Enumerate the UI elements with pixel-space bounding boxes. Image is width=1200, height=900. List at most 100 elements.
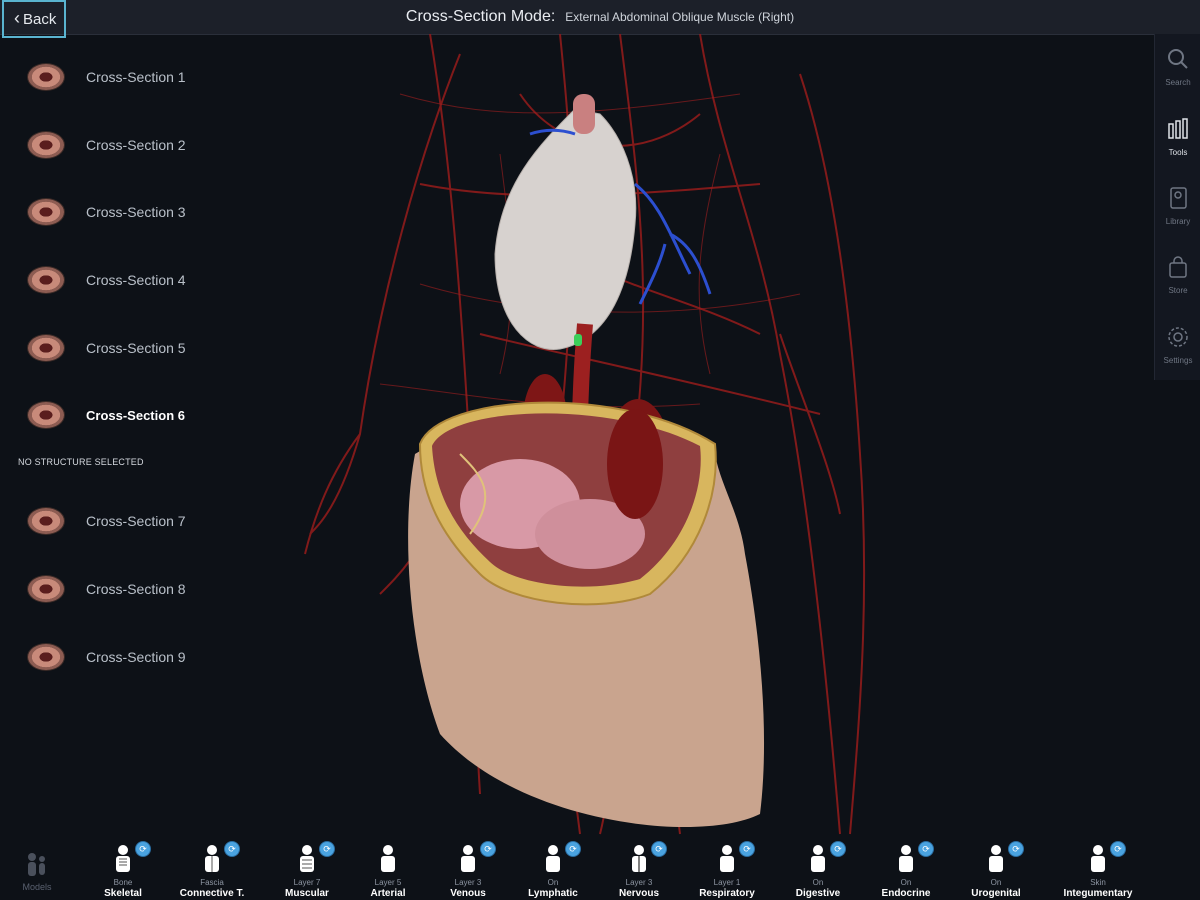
system-venous[interactable]: ⟳ Layer 3 Venous <box>423 842 513 899</box>
cross-section-thumbnail <box>28 199 64 225</box>
cross-section-thumbnail <box>28 267 64 293</box>
cross-section-label: Cross-Section 8 <box>86 581 186 597</box>
cross-section-thumbnail <box>28 132 64 158</box>
library-icon <box>1170 187 1187 209</box>
library-tool[interactable]: Library <box>1155 187 1200 226</box>
system-connective[interactable]: ⟳ Fascia Connective T. <box>167 842 257 899</box>
cross-section-item-5[interactable]: Cross-Section 5 <box>28 335 186 361</box>
search-label: Search <box>1165 78 1191 87</box>
integumentary-icon: ⟳ <box>1085 842 1125 876</box>
system-name: Muscular <box>285 888 329 899</box>
cross-section-item-3[interactable]: Cross-Section 3 <box>28 199 186 225</box>
sync-badge-icon: ⟳ <box>320 842 334 856</box>
lymphatic-icon: ⟳ <box>540 842 580 876</box>
cross-section-item-8[interactable]: Cross-Section 8 <box>28 576 186 602</box>
sync-badge-icon: ⟳ <box>652 842 666 856</box>
right-toolbar: Search Tools Library Store Settings <box>1154 34 1200 380</box>
settings-label: Settings <box>1163 356 1193 365</box>
tools-tool[interactable]: Tools <box>1155 118 1200 157</box>
cross-section-thumbnail <box>28 576 64 602</box>
system-name: Venous <box>450 888 486 899</box>
endocrine-icon: ⟳ <box>893 842 933 876</box>
system-layer-label: Skin <box>1090 878 1106 887</box>
system-name: Integumentary <box>1063 888 1133 899</box>
system-layer-label: Fascia <box>200 878 224 887</box>
cross-section-label: Cross-Section 6 <box>86 407 185 423</box>
cross-section-label: Cross-Section 5 <box>86 340 186 356</box>
system-layer-label: Layer 7 <box>293 878 321 887</box>
cross-section-thumbnail <box>28 64 64 90</box>
system-name: Urogenital <box>971 888 1021 899</box>
store-tool[interactable]: Store <box>1155 256 1200 295</box>
cross-section-label: Cross-Section 2 <box>86 137 186 153</box>
system-arterial[interactable]: Layer 5 Arterial <box>343 844 433 899</box>
tools-icon <box>1168 118 1188 139</box>
system-layer-label: On <box>812 878 824 887</box>
arterial-icon <box>375 844 401 876</box>
cross-section-thumbnail <box>28 508 64 534</box>
cross-section-label: Cross-Section 4 <box>86 272 186 288</box>
cross-section-label: Cross-Section 3 <box>86 204 186 220</box>
sync-badge-icon: ⟳ <box>1111 842 1125 856</box>
connective-tissue-icon: ⟳ <box>199 842 239 876</box>
cross-section-item-4[interactable]: Cross-Section 4 <box>28 267 186 293</box>
cross-section-item-9[interactable]: Cross-Section 9 <box>28 644 186 670</box>
venous-icon: ⟳ <box>455 842 495 876</box>
system-nervous[interactable]: ⟳ Layer 3 Nervous <box>594 842 684 899</box>
top-bar: ‹ Back Cross-Section Mode: External Abdo… <box>0 0 1200 38</box>
skeletal-icon: ⟳ <box>110 842 150 876</box>
cross-section-item-7[interactable]: Cross-Section 7 <box>28 508 186 534</box>
settings-tool[interactable]: Settings <box>1155 326 1200 365</box>
page-title-group: Cross-Section Mode: External Abdominal O… <box>0 0 1200 34</box>
system-name: Skeletal <box>104 888 142 899</box>
system-layer-label: On <box>900 878 912 887</box>
page-subtitle: External Abdominal Oblique Muscle (Right… <box>565 10 795 24</box>
page-title: Cross-Section Mode: <box>405 8 556 25</box>
tools-label: Tools <box>1168 148 1188 157</box>
system-name: Nervous <box>618 888 659 899</box>
cross-section-thumbnail <box>28 644 64 670</box>
urogenital-icon: ⟳ <box>983 842 1023 876</box>
nervous-icon: ⟳ <box>626 842 666 876</box>
cross-section-item-2[interactable]: Cross-Section 2 <box>28 132 186 158</box>
system-name: Digestive <box>795 888 841 899</box>
muscular-icon: ⟳ <box>294 842 334 876</box>
system-layer-label: On <box>547 878 559 887</box>
system-endocrine[interactable]: ⟳ On Endocrine <box>861 842 951 899</box>
sync-badge-icon: ⟳ <box>919 842 933 856</box>
system-respiratory[interactable]: ⟳ Layer 1 Respiratory <box>682 842 772 899</box>
cross-section-label: Cross-Section 7 <box>86 513 186 529</box>
system-layer-label: On <box>990 878 1002 887</box>
system-layer-label: Layer 1 <box>713 878 741 887</box>
settings-icon <box>1168 327 1188 347</box>
system-name: Respiratory <box>699 888 755 899</box>
cross-section-list: Cross-Section 1 Cross-Section 2 Cross-Se… <box>0 34 260 714</box>
system-name: Lymphatic <box>528 888 578 899</box>
sync-badge-icon: ⟳ <box>831 842 845 856</box>
cross-section-thumbnail <box>28 335 64 361</box>
cross-section-label: Cross-Section 1 <box>86 69 186 85</box>
system-skeletal[interactable]: ⟳ Bone Skeletal <box>78 842 168 899</box>
system-integumentary[interactable]: ⟳ Skin Integumentary <box>1053 842 1143 899</box>
models-button[interactable]: Models <box>14 850 60 892</box>
sync-badge-icon: ⟳ <box>566 842 580 856</box>
sync-badge-icon: ⟳ <box>225 842 239 856</box>
library-label: Library <box>1165 217 1191 226</box>
store-label: Store <box>1168 286 1188 295</box>
system-lymphatic[interactable]: ⟳ On Lymphatic <box>508 842 598 899</box>
digestive-icon: ⟳ <box>805 842 845 876</box>
sync-badge-icon: ⟳ <box>136 842 150 856</box>
respiratory-icon: ⟳ <box>714 842 754 876</box>
system-name: Connective T. <box>179 888 245 899</box>
cross-section-item-1[interactable]: Cross-Section 1 <box>28 64 186 90</box>
system-layer-label: Layer 3 <box>454 878 482 887</box>
system-urogenital[interactable]: ⟳ On Urogenital <box>951 842 1041 899</box>
cross-section-item-6[interactable]: Cross-Section 6 <box>28 402 185 428</box>
models-icon <box>28 853 45 876</box>
models-label: Models <box>22 882 52 892</box>
system-muscular[interactable]: ⟳ Layer 7 Muscular <box>262 842 352 899</box>
sync-badge-icon: ⟳ <box>1009 842 1023 856</box>
search-icon <box>1168 49 1188 69</box>
search-tool[interactable]: Search <box>1155 48 1200 87</box>
system-digestive[interactable]: ⟳ On Digestive <box>773 842 863 899</box>
